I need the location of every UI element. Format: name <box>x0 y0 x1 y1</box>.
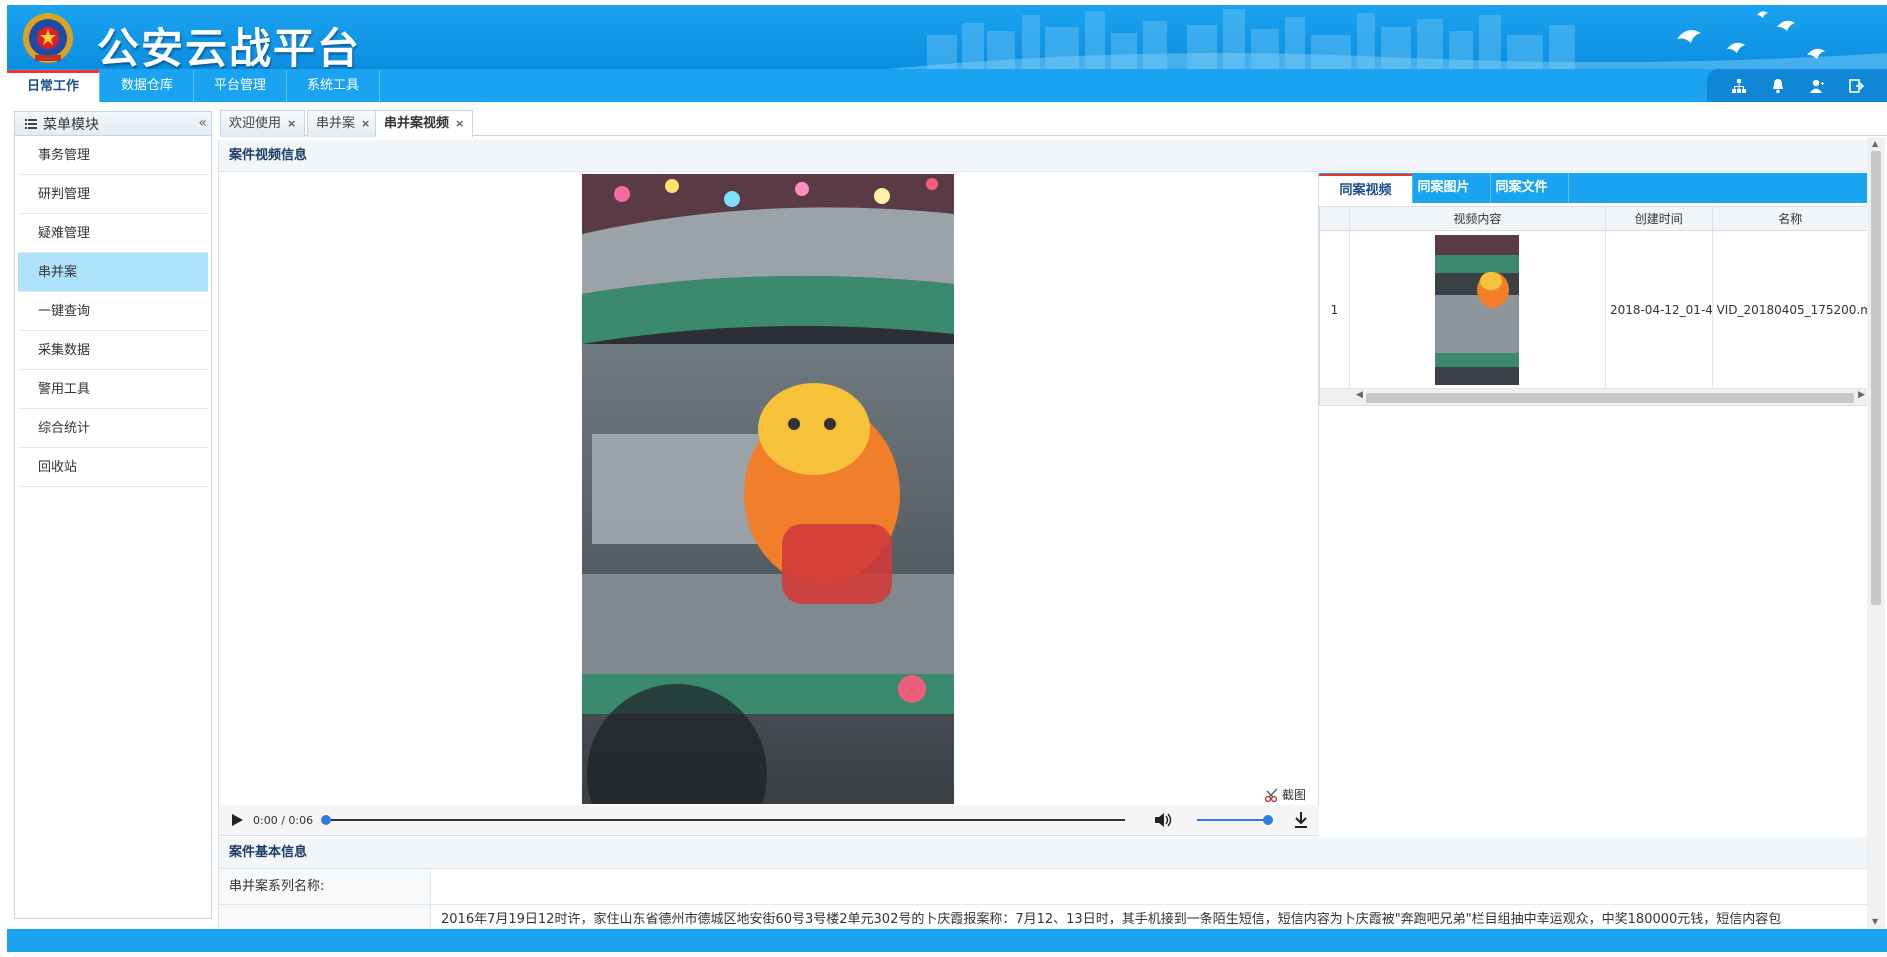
case-basic-info: 案件基本信息 串并案系列名称: 2016年7月19日12时许，家住山东省德州市德… <box>219 837 1869 928</box>
video-time: 0:00 / 0:06 <box>253 813 314 827</box>
sidebar-item-serial-cases[interactable]: 串并案 <box>18 253 208 292</box>
video-progress-knob[interactable] <box>321 815 331 825</box>
case-brief-value: 2016年7月19日12时许，家住山东省德州市德城区地安街60号3号楼2单元30… <box>441 912 1782 927</box>
info-row-brief: 2016年7月19日12时许，家住山东省德州市德城区地安街60号3号楼2单元30… <box>219 905 1869 928</box>
video-player-area: 截图 0:00 / 0:06 <box>219 173 1319 836</box>
sidebar: 菜单模块 « 事务管理 研判管理 疑难管理 串并案 一键查询 采集数据 警用工具… <box>14 111 212 919</box>
user-icon[interactable] <box>1806 75 1828 97</box>
bell-icon[interactable] <box>1767 75 1789 97</box>
scroll-right-icon[interactable]: ▶ <box>1858 390 1865 400</box>
page-tab-label: 欢迎使用 <box>229 116 282 131</box>
snapshot-label: 截图 <box>1281 788 1306 802</box>
scroll-down-icon[interactable]: ▼ <box>1872 917 1878 926</box>
sidebar-item-statistics[interactable]: 综合统计 <box>18 409 208 448</box>
series-name-value <box>431 869 1869 904</box>
info-row-series: 串并案系列名称: <box>219 869 1869 905</box>
nav-icon-group <box>1707 69 1887 102</box>
list-icon <box>25 118 37 129</box>
video-section-title: 案件视频信息 <box>219 140 1869 172</box>
sitemap-icon[interactable] <box>1728 75 1750 97</box>
scrollbar-thumb[interactable] <box>1871 151 1881 605</box>
scroll-up-icon[interactable]: ▲ <box>1872 139 1878 148</box>
main-nav: 日常工作 数据仓库 平台管理 系统工具 <box>7 69 1887 102</box>
page-tab-label: 串并案 <box>316 116 356 131</box>
nav-tab-daily-work[interactable]: 日常工作 <box>7 70 101 102</box>
column-header-name: 名称 <box>1712 207 1869 231</box>
scroll-left-icon[interactable]: ◀ <box>1356 390 1363 400</box>
app-header: 公安云战平台 <box>7 5 1887 69</box>
scissors-icon <box>1264 788 1278 802</box>
row-number: 1 <box>1320 231 1350 388</box>
sidebar-item-recycle-bin[interactable]: 回收站 <box>18 448 208 487</box>
page-tab-welcome[interactable]: 欢迎使用 × <box>220 110 306 137</box>
vertical-scrollbar[interactable]: ▲ ▼ <box>1867 137 1885 928</box>
created-time-cell: 2018-04-12_01-46 <box>1606 231 1713 388</box>
sidebar-item-collected-data[interactable]: 采集数据 <box>18 331 208 370</box>
video-thumbnail[interactable] <box>1435 234 1520 385</box>
snapshot-button[interactable]: 截图 <box>1264 786 1306 803</box>
horizontal-scrollbar[interactable]: ◀ ▶ <box>1320 388 1869 405</box>
file-name-cell: VID_20180405_175200.mp4 <box>1713 231 1869 388</box>
close-icon[interactable]: × <box>287 117 296 130</box>
volume-knob[interactable] <box>1263 815 1273 825</box>
video-still-image <box>582 174 954 804</box>
video-controls: 0:00 / 0:06 <box>219 805 1319 835</box>
page-tab-serial-cases[interactable]: 串并案 × <box>307 110 380 137</box>
related-media-panel: 同案视频 同案图片 同案文件 视频内容 创建时间 名称 1 2018-04-12… <box>1319 173 1869 836</box>
basic-info-title: 案件基本信息 <box>219 837 1869 869</box>
table-row[interactable]: 1 2018-04-12_01-46 VID_20180405_175200.m… <box>1320 231 1869 388</box>
sidebar-item-affairs[interactable]: 事务管理 <box>18 136 208 175</box>
police-emblem-logo <box>23 13 73 63</box>
nav-tab-data-warehouse[interactable]: 数据仓库 <box>101 70 195 102</box>
sidebar-item-analysis[interactable]: 研判管理 <box>18 175 208 214</box>
column-header-created: 创建时间 <box>1605 207 1713 231</box>
main-content: 案件视频信息 截图 0:00 / 0:06 同案视频 同案图片 同案文件 视频内… <box>218 140 1869 928</box>
volume-icon[interactable] <box>1154 812 1172 828</box>
page-tab-label: 串并案视频 <box>384 116 450 131</box>
volume-slider[interactable] <box>1197 819 1267 821</box>
table-header: 视频内容 创建时间 名称 <box>1320 207 1869 231</box>
column-header-index <box>1320 207 1350 231</box>
sidebar-item-police-tools[interactable]: 警用工具 <box>18 370 208 409</box>
play-icon[interactable] <box>229 812 245 828</box>
close-icon[interactable]: × <box>361 117 370 130</box>
app-title: 公安云战平台 <box>97 24 362 69</box>
video-frame[interactable] <box>582 174 954 804</box>
series-name-label: 串并案系列名称: <box>219 869 431 904</box>
sidebar-header: 菜单模块 « <box>15 112 211 136</box>
related-tabs: 同案视频 同案图片 同案文件 <box>1319 173 1869 203</box>
footer-bar <box>7 929 1887 952</box>
related-video-table: 视频内容 创建时间 名称 1 2018-04-12_01-46 VID_2018… <box>1319 206 1869 406</box>
brief-label <box>219 905 431 928</box>
video-thumbnail-cell[interactable] <box>1350 231 1606 388</box>
logout-icon[interactable] <box>1845 75 1867 97</box>
doves-decoration <box>1677 11 1825 59</box>
sidebar-title: 菜单模块 <box>43 116 99 133</box>
column-header-content: 视频内容 <box>1349 207 1606 231</box>
nav-tab-system-tools[interactable]: 系统工具 <box>287 70 381 102</box>
scrollbar-thumb[interactable] <box>1366 393 1854 403</box>
page-tab-serial-case-video[interactable]: 串并案视频 × <box>375 110 474 137</box>
download-icon[interactable] <box>1293 811 1309 829</box>
collapse-sidebar-icon[interactable]: « <box>198 115 207 131</box>
nav-tab-platform-admin[interactable]: 平台管理 <box>194 70 288 102</box>
sidebar-item-difficult-cases[interactable]: 疑难管理 <box>18 214 208 253</box>
page-tab-strip: 欢迎使用 × 串并案 × 串并案视频 × <box>220 110 1887 137</box>
close-icon[interactable]: × <box>455 117 464 130</box>
tab-related-files[interactable]: 同案文件 <box>1475 173 1569 203</box>
sidebar-item-one-click-query[interactable]: 一键查询 <box>18 292 208 331</box>
video-progress-bar[interactable] <box>325 819 1125 821</box>
